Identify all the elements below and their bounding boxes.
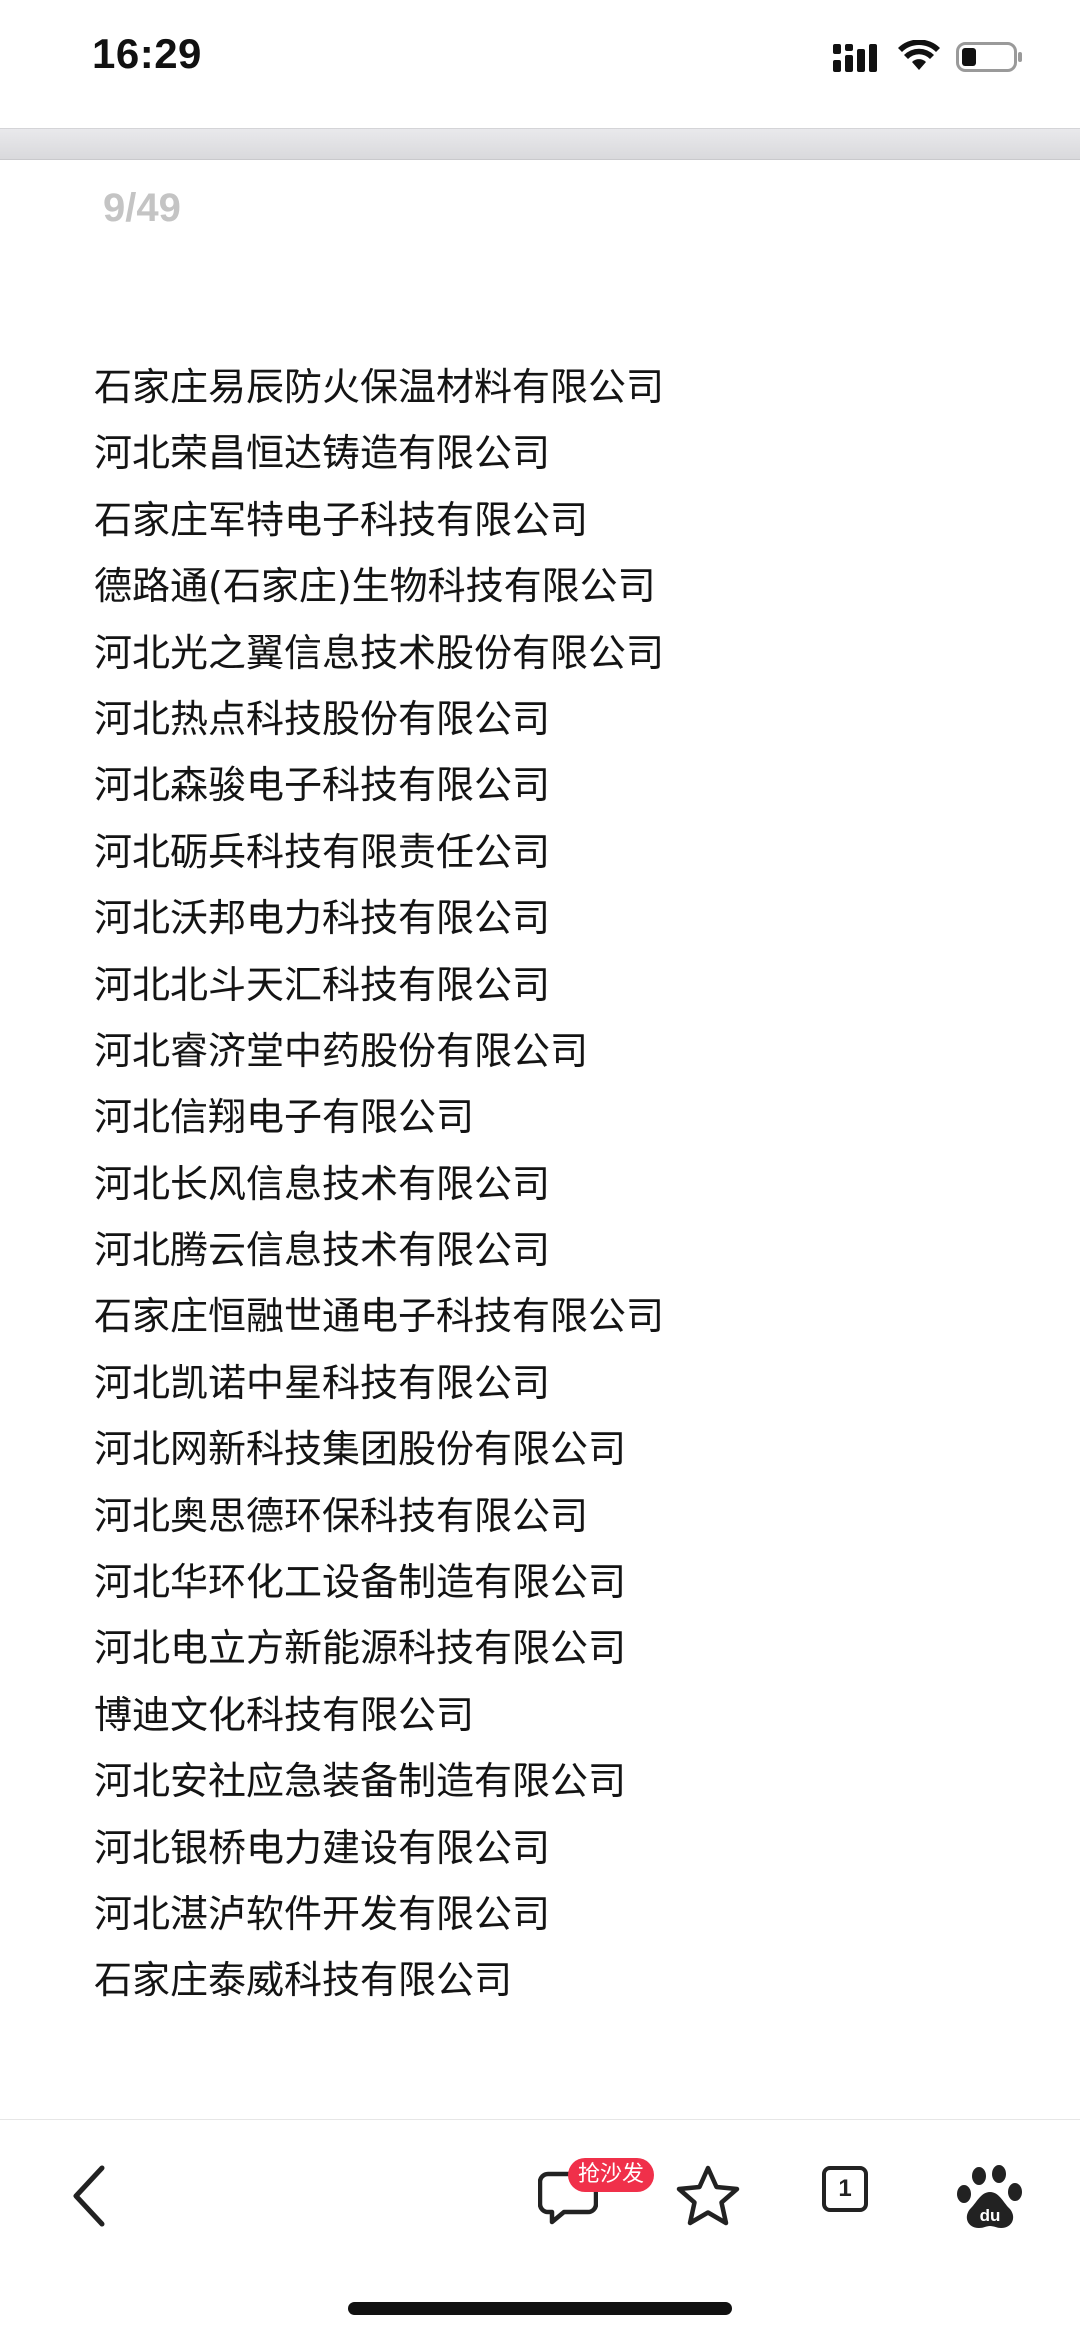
star-icon — [676, 2165, 740, 2226]
comment-button[interactable]: 抢沙发 — [530, 2146, 660, 2236]
company-item: 河北信翔电子有限公司 — [94, 1095, 475, 1140]
wifi-icon — [898, 40, 940, 70]
company-item: 河北湛泸软件开发有限公司 — [94, 1891, 551, 1936]
status-time: 16:29 — [92, 30, 202, 77]
svg-text:du: du — [980, 2206, 1001, 2225]
company-item: 河北网新科技集团股份有限公司 — [94, 1427, 627, 1472]
baidu-button[interactable]: du — [955, 2158, 1025, 2238]
company-item: 河北腾云信息技术有限公司 — [94, 1228, 551, 1273]
home-indicator[interactable] — [348, 2302, 732, 2315]
chevron-left-icon — [73, 2165, 105, 2227]
page-counter: 9/49 — [103, 186, 181, 230]
company-item: 河北睿济堂中药股份有限公司 — [94, 1028, 589, 1073]
back-button[interactable] — [62, 2156, 118, 2236]
sofa-badge: 抢沙发 — [568, 2158, 655, 2192]
company-item: 河北荣昌恒达铸造有限公司 — [94, 431, 551, 476]
status-bar: 16:29 — [0, 0, 1080, 128]
company-item: 河北沃邦电力科技有限公司 — [94, 896, 551, 941]
company-item: 河北热点科技股份有限公司 — [94, 696, 551, 741]
company-item: 河北长风信息技术有限公司 — [94, 1161, 551, 1206]
company-item: 石家庄易辰防火保温材料有限公司 — [94, 365, 665, 409]
company-item: 石家庄泰威科技有限公司 — [94, 1958, 513, 2003]
company-item: 河北华环化工设备制造有限公司 — [94, 1560, 627, 1605]
company-item: 河北电立方新能源科技有限公司 — [94, 1626, 627, 1671]
company-item: 河北光之翼信息技术股份有限公司 — [94, 630, 665, 675]
tabs-icon: 1 — [822, 2166, 868, 2212]
company-item: 河北安社应急装备制造有限公司 — [94, 1759, 627, 1804]
cellular-signal-icon — [833, 44, 877, 72]
favorite-button[interactable] — [670, 2160, 746, 2236]
company-item: 河北银桥电力建设有限公司 — [94, 1825, 551, 1870]
company-item: 河北奥思德环保科技有限公司 — [94, 1493, 589, 1538]
company-item: 河北北斗天汇科技有限公司 — [94, 962, 551, 1007]
tabs-button[interactable]: 1 — [818, 2160, 878, 2236]
company-item: 石家庄恒融世通电子科技有限公司 — [94, 1294, 665, 1339]
baidu-paw-icon: du — [957, 2165, 1022, 2228]
top-separator — [0, 128, 1080, 160]
company-item: 德路通(石家庄)生物科技有限公司 — [94, 564, 656, 609]
battery-icon — [956, 42, 1022, 72]
company-item: 河北凯诺中星科技有限公司 — [94, 1360, 551, 1405]
company-item: 石家庄军特电子科技有限公司 — [94, 497, 589, 542]
company-item: 博迪文化科技有限公司 — [94, 1692, 475, 1737]
company-item: 河北森骏电子科技有限公司 — [94, 763, 551, 808]
company-item: 河北砺兵科技有限责任公司 — [94, 829, 551, 874]
company-list: 石家庄易辰防火保温材料有限公司 河北荣昌恒达铸造有限公司 石家庄军特电子科技有限公司… — [94, 354, 664, 2014]
